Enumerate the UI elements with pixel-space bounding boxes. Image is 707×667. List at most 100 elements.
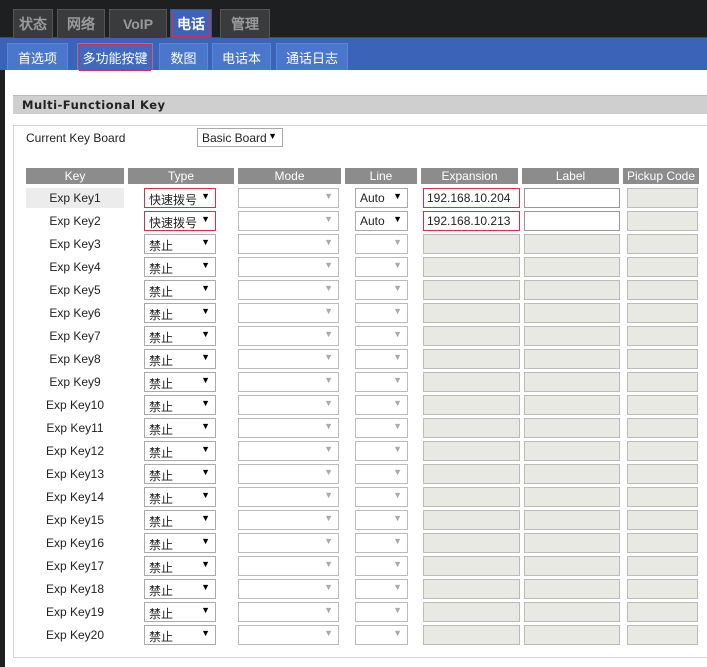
mode-select[interactable]: ▼ [238,188,339,208]
top-tab-0[interactable]: 状态 [13,9,53,38]
type-select[interactable]: 禁止 ▼ [144,625,216,645]
label-input[interactable] [524,464,620,484]
pickup-code-input[interactable] [627,257,698,277]
line-select[interactable]: ▼ [355,349,408,369]
type-select[interactable]: 禁止 ▼ [144,464,216,484]
expansion-input[interactable] [423,625,520,645]
label-input[interactable] [524,510,620,530]
pickup-code-input[interactable] [627,303,698,323]
mode-select[interactable]: ▼ [238,280,339,300]
pickup-code-input[interactable] [627,234,698,254]
label-input[interactable] [524,257,620,277]
pickup-code-input[interactable] [627,556,698,576]
type-select[interactable]: 禁止 ▼ [144,487,216,507]
label-input[interactable] [524,280,620,300]
label-input[interactable] [524,441,620,461]
line-select[interactable]: ▼ [355,625,408,645]
line-select[interactable]: ▼ [355,257,408,277]
type-select[interactable]: 禁止 ▼ [144,533,216,553]
mode-select[interactable]: ▼ [238,257,339,277]
expansion-input[interactable] [423,418,520,438]
label-input[interactable] [524,602,620,622]
line-select[interactable]: ▼ [355,464,408,484]
expansion-input[interactable] [423,326,520,346]
line-select[interactable]: ▼ [355,579,408,599]
mode-select[interactable]: ▼ [238,625,339,645]
top-tab-2[interactable]: VoIP [109,9,167,38]
pickup-code-input[interactable] [627,510,698,530]
pickup-code-input[interactable] [627,188,698,208]
type-select[interactable]: 快速拨号 ▼ [144,188,216,208]
expansion-input[interactable] [423,510,520,530]
expansion-input[interactable] [423,349,520,369]
label-input[interactable] [524,326,620,346]
sub-tab-3[interactable]: 电话本 [212,43,271,70]
label-input[interactable] [524,579,620,599]
mode-select[interactable]: ▼ [238,211,339,231]
pickup-code-input[interactable] [627,441,698,461]
type-select[interactable]: 禁止 ▼ [144,510,216,530]
top-tab-4[interactable]: 管理 [220,9,270,38]
label-input[interactable] [524,234,620,254]
type-select[interactable]: 禁止 ▼ [144,579,216,599]
label-input[interactable] [524,487,620,507]
top-tab-1[interactable]: 网络 [57,9,105,38]
type-select[interactable]: 快速拨号 ▼ [144,211,216,231]
label-input[interactable] [524,372,620,392]
mode-select[interactable]: ▼ [238,395,339,415]
mode-select[interactable]: ▼ [238,464,339,484]
pickup-code-input[interactable] [627,533,698,553]
line-select[interactable]: ▼ [355,418,408,438]
line-select[interactable]: ▼ [355,556,408,576]
label-input[interactable] [524,349,620,369]
sub-tab-1[interactable]: 多功能按键 [77,43,153,71]
mode-select[interactable]: ▼ [238,556,339,576]
type-select[interactable]: 禁止 ▼ [144,257,216,277]
line-select[interactable]: ▼ [355,602,408,622]
line-select[interactable]: ▼ [355,395,408,415]
sub-tab-2[interactable]: 数图 [159,43,208,70]
line-select[interactable]: Auto ▼ [355,211,408,231]
type-select[interactable]: 禁止 ▼ [144,280,216,300]
line-select[interactable]: ▼ [355,441,408,461]
type-select[interactable]: 禁止 ▼ [144,441,216,461]
mode-select[interactable]: ▼ [238,418,339,438]
expansion-input[interactable] [423,280,520,300]
mode-select[interactable]: ▼ [238,487,339,507]
pickup-code-input[interactable] [627,418,698,438]
mode-select[interactable]: ▼ [238,533,339,553]
type-select[interactable]: 禁止 ▼ [144,602,216,622]
expansion-input[interactable]: 192.168.10.204 [423,188,520,208]
mode-select[interactable]: ▼ [238,326,339,346]
mode-select[interactable]: ▼ [238,441,339,461]
mode-select[interactable]: ▼ [238,602,339,622]
pickup-code-input[interactable] [627,579,698,599]
pickup-code-input[interactable] [627,280,698,300]
pickup-code-input[interactable] [627,349,698,369]
pickup-code-input[interactable] [627,211,698,231]
pickup-code-input[interactable] [627,372,698,392]
mode-select[interactable]: ▼ [238,349,339,369]
label-input[interactable] [524,188,620,208]
type-select[interactable]: 禁止 ▼ [144,326,216,346]
line-select[interactable]: Auto ▼ [355,188,408,208]
pickup-code-input[interactable] [627,487,698,507]
expansion-input[interactable] [423,556,520,576]
pickup-code-input[interactable] [627,625,698,645]
type-select[interactable]: 禁止 ▼ [144,372,216,392]
line-select[interactable]: ▼ [355,510,408,530]
label-input[interactable] [524,395,620,415]
keyboard-select[interactable]: Basic Board ▼ [197,128,283,147]
type-select[interactable]: 禁止 ▼ [144,556,216,576]
pickup-code-input[interactable] [627,395,698,415]
expansion-input[interactable] [423,257,520,277]
expansion-input[interactable] [423,579,520,599]
type-select[interactable]: 禁止 ▼ [144,395,216,415]
expansion-input[interactable] [423,395,520,415]
label-input[interactable] [524,418,620,438]
expansion-input[interactable] [423,464,520,484]
line-select[interactable]: ▼ [355,326,408,346]
mode-select[interactable]: ▼ [238,579,339,599]
label-input[interactable] [524,533,620,553]
pickup-code-input[interactable] [627,464,698,484]
